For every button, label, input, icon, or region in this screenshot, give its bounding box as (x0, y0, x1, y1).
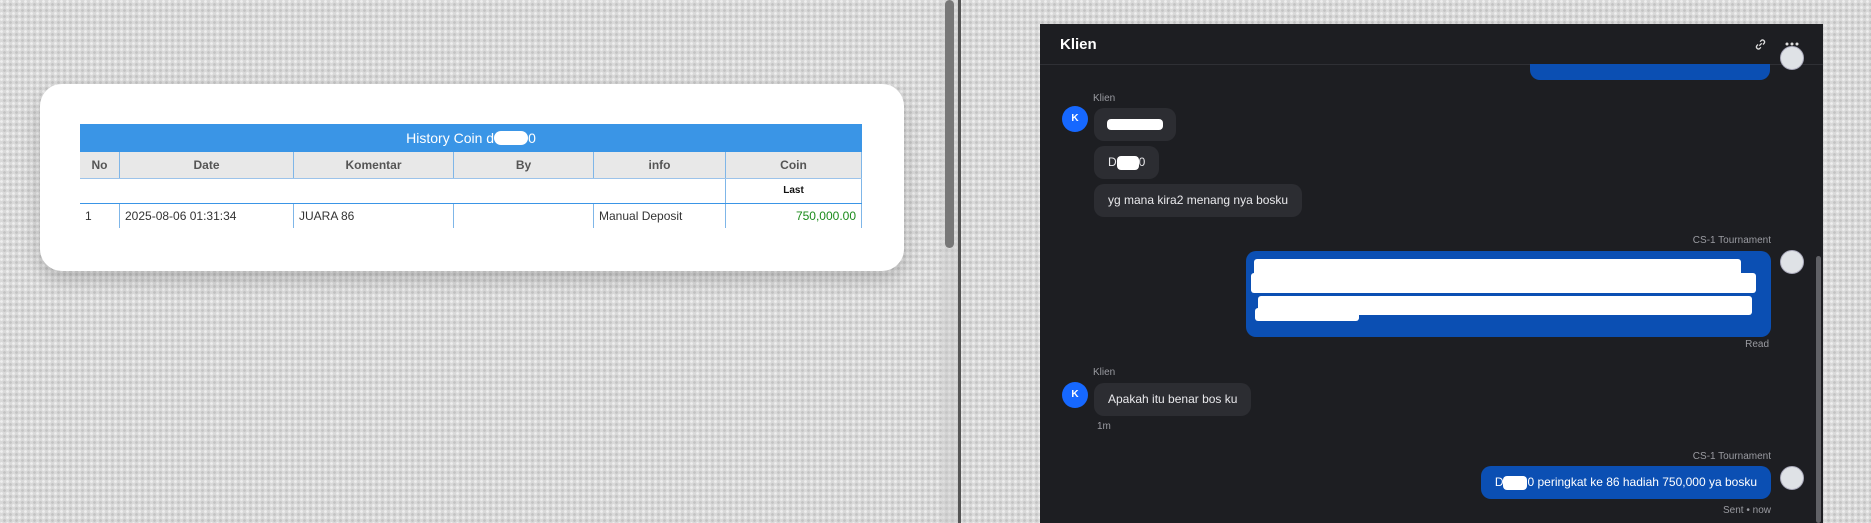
message-bubble-in: yg mana kira2 menang nya bosku (1094, 184, 1303, 217)
col-info[interactable]: info (594, 152, 726, 178)
link-icon[interactable] (1749, 33, 1771, 55)
message-text: D (1108, 155, 1117, 169)
col-date[interactable]: Date (120, 152, 294, 178)
redaction-mask (1116, 155, 1139, 170)
sub-empty (120, 179, 294, 203)
sub-empty (454, 179, 594, 203)
message-bubble-in (1094, 108, 1176, 141)
message-text: D (1494, 475, 1504, 489)
sub-empty (594, 179, 726, 203)
message-text: 0 peringkat ke 86 hadiah 750,000 ya bosk… (1527, 475, 1757, 489)
message-bubble-in: Apakah itu benar bos ku (1094, 383, 1252, 416)
outgoing-bubble-partial (1530, 64, 1770, 80)
history-title: History Coin d 0 (80, 124, 862, 152)
client-avatar: K (1062, 106, 1088, 132)
chat-panel: Klien Klien K D0 yg mana kira2 menang ny… (1040, 24, 1823, 523)
col-coin[interactable]: Coin (726, 152, 862, 178)
cell-no: 1 (80, 204, 120, 228)
sender-name: Klien (1093, 367, 1116, 378)
redaction-mask (1503, 475, 1528, 490)
split-divider[interactable] (958, 0, 961, 523)
table-header-row: No Date Komentar By info Coin (80, 152, 862, 179)
message-status: Sent • now (1723, 505, 1771, 516)
message-bubble-in: D0 (1094, 146, 1160, 179)
table-row: 1 2025-08-06 01:31:34 JUARA 86 Manual De… (80, 204, 862, 228)
redaction-mask (494, 131, 529, 145)
history-title-text: History Coin d (406, 130, 495, 146)
chat-header: Klien (1040, 24, 1823, 65)
cs-avatar (1780, 250, 1804, 274)
sender-name: Klien (1093, 93, 1116, 104)
cs-avatar (1780, 46, 1804, 70)
redaction-mask (1255, 308, 1359, 321)
cell-by (454, 204, 594, 228)
page-scrollbar-thumb[interactable] (945, 0, 954, 248)
cell-komentar: JUARA 86 (294, 204, 454, 228)
redaction-mask (1251, 273, 1756, 293)
sender-name: CS-1 Tournament (1692, 235, 1771, 246)
history-coin-table: History Coin d 0 No Date Komentar By info… (80, 124, 862, 228)
col-komentar[interactable]: Komentar (294, 152, 454, 178)
message-bubble-out: D 0 peringkat ke 86 hadiah 750,000 ya bos… (1480, 466, 1771, 499)
col-by[interactable]: By (454, 152, 594, 178)
cell-info: Manual Deposit (594, 204, 726, 228)
col-no[interactable]: No (80, 152, 120, 178)
sub-empty (80, 179, 120, 203)
cell-date: 2025-08-06 01:31:34 (120, 204, 294, 228)
message-status: Read (1745, 339, 1769, 350)
cell-coin: 750,000.00 (726, 204, 862, 228)
cs-avatar (1780, 466, 1804, 490)
message-bubble-out (1246, 251, 1771, 337)
sender-name: CS-1 Tournament (1692, 451, 1771, 462)
table-subheader-row: Last (80, 179, 862, 204)
history-title-suffix: 0 (528, 130, 536, 146)
client-avatar: K (1062, 382, 1088, 408)
sub-empty (294, 179, 454, 203)
chat-title: Klien (1060, 35, 1097, 53)
message-text-suffix: 0 (1138, 155, 1146, 169)
chat-scrollbar[interactable] (1816, 256, 1821, 523)
redaction-mask (1107, 119, 1163, 131)
coin-last-label: Last (726, 179, 862, 203)
message-time: 1m (1097, 421, 1111, 432)
